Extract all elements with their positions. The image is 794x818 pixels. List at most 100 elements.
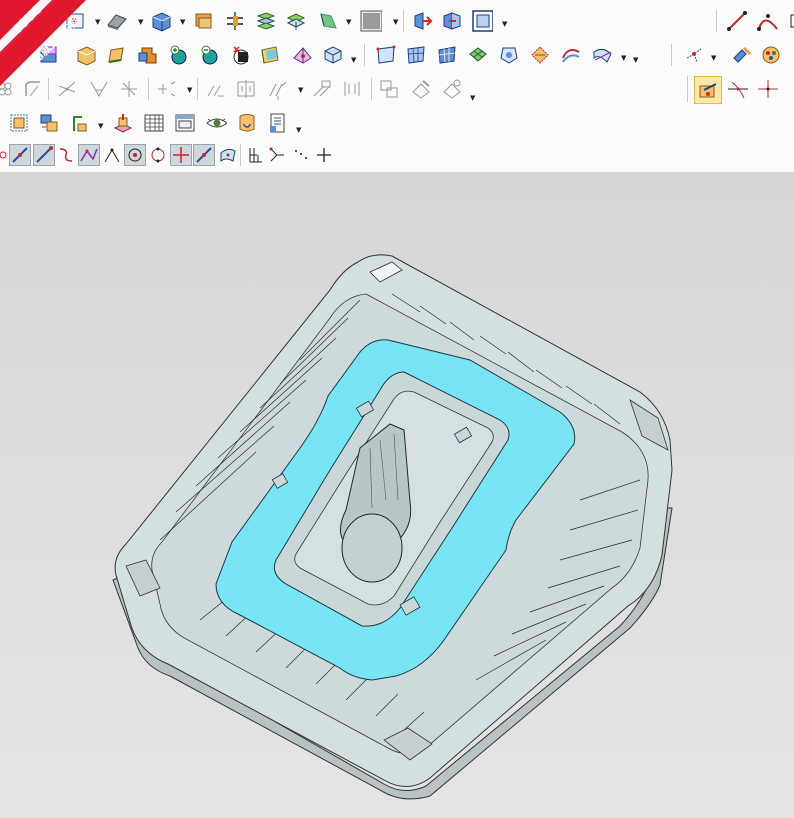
toolbar-row-1: ▼ ▼ ▼ ▼ ▼ ▼ [0, 4, 794, 38]
isometric-icon[interactable] [441, 10, 463, 32]
toolbar-separator [403, 10, 404, 32]
graphics-viewport[interactable] [0, 172, 794, 818]
mesh-surface-icon[interactable] [436, 44, 458, 66]
center-snap-icon[interactable] [101, 144, 123, 166]
dropdown-arrow-icon[interactable]: ▼ [296, 126, 302, 134]
dropdown-arrow-icon[interactable]: ▼ [346, 18, 352, 26]
toolbar-separator [687, 76, 688, 102]
pattern-icon[interactable] [193, 10, 215, 32]
dropdown-arrow-icon[interactable]: ▼ [393, 18, 399, 26]
edit-object-icon[interactable] [730, 44, 752, 66]
face-edit-icon[interactable] [322, 44, 344, 66]
intersect-snap-icon[interactable] [147, 144, 169, 166]
rectangle-icon[interactable] [784, 10, 794, 32]
layer-icon[interactable] [285, 10, 307, 32]
view-orient-icon[interactable] [411, 10, 433, 32]
quadrant-snap-icon[interactable] [124, 144, 146, 166]
toolbar-separator [364, 44, 365, 66]
extrude-icon[interactable] [106, 10, 128, 32]
spline-snap-icon[interactable] [55, 144, 77, 166]
dimension-icon[interactable] [311, 78, 333, 100]
point-set-icon[interactable] [683, 44, 705, 66]
mirror-icon[interactable] [235, 78, 257, 100]
spline-icon[interactable] [441, 78, 463, 100]
point-icon[interactable] [694, 76, 722, 104]
toolbar-row-5 [0, 140, 340, 174]
thicken-icon[interactable] [224, 10, 246, 32]
ribbon-icon[interactable] [498, 44, 520, 66]
arc-icon[interactable] [756, 10, 778, 32]
toolbar-separator [148, 78, 149, 100]
box-icon[interactable] [229, 44, 251, 66]
table-icon[interactable] [143, 112, 165, 134]
dropdown-arrow-icon[interactable]: ▼ [621, 54, 627, 62]
transform-icon[interactable] [560, 44, 582, 66]
component-icon[interactable] [38, 112, 60, 134]
block-icon[interactable] [150, 10, 172, 32]
intersect-icon[interactable] [198, 44, 220, 66]
end-snap-icon[interactable] [170, 144, 192, 166]
tangent-snap-icon[interactable] [78, 144, 100, 166]
face-snap-icon[interactable] [193, 144, 215, 166]
cross-point-icon[interactable] [756, 78, 778, 100]
trim-icon[interactable] [105, 44, 127, 66]
object-display-icon[interactable] [760, 44, 782, 66]
corner-icon[interactable] [118, 78, 140, 100]
shaded-solid-icon[interactable] [291, 44, 313, 66]
intersection-point-icon[interactable] [726, 78, 748, 100]
layout-icon[interactable] [341, 78, 363, 100]
display-mode-icon[interactable] [360, 10, 382, 32]
dropdown-arrow-icon[interactable]: ▼ [351, 56, 357, 64]
axis-snap-icon[interactable] [244, 144, 266, 166]
line-icon[interactable] [726, 10, 748, 32]
eye-icon[interactable] [205, 112, 227, 134]
pen-icon[interactable] [410, 78, 432, 100]
dropdown-arrow-icon[interactable]: ▼ [711, 54, 717, 62]
constraint-icon[interactable] [68, 112, 90, 134]
plus-icon[interactable] [313, 144, 335, 166]
dropdown-arrow-icon[interactable]: ▼ [502, 20, 508, 28]
wedge-icon[interactable] [259, 44, 281, 66]
combine-icon[interactable] [136, 44, 158, 66]
documentation-icon[interactable] [267, 112, 289, 134]
analysis-icon[interactable] [529, 44, 551, 66]
grid-snap-icon[interactable] [217, 144, 239, 166]
grid-surface-icon[interactable] [405, 44, 427, 66]
blend-surface-icon[interactable] [467, 44, 489, 66]
offset-face-icon[interactable] [255, 10, 277, 32]
dropdown-arrow-icon[interactable]: ▼ [470, 94, 476, 102]
extend-icon[interactable] [155, 78, 177, 100]
cylinder-icon[interactable] [236, 112, 258, 134]
subtract-icon[interactable] [167, 44, 189, 66]
dropdown-arrow-icon[interactable]: ▼ [98, 122, 104, 130]
toolbar-separator [671, 44, 672, 66]
trim-curve-icon[interactable] [88, 78, 110, 100]
offset-icon[interactable] [204, 78, 226, 100]
dropdown-arrow-icon[interactable]: ▼ [298, 86, 304, 94]
mold-wizard-icon[interactable] [112, 112, 134, 134]
dropdown-arrow-icon[interactable]: ▼ [633, 56, 639, 64]
line-snap-icon[interactable] [9, 144, 31, 166]
surface-icon[interactable] [375, 44, 397, 66]
toolbar-separator [197, 78, 198, 100]
cut-icon[interactable] [378, 78, 400, 100]
window-icon[interactable] [174, 112, 196, 134]
dropdown-arrow-icon[interactable]: ▼ [180, 18, 186, 26]
measure-icon[interactable] [591, 44, 613, 66]
toolbar-row-4: ▼ ▼ [0, 106, 310, 140]
curve-snap-icon[interactable] [33, 144, 55, 166]
mold-base-model[interactable] [0, 172, 794, 818]
dropdown-arrow-icon[interactable]: ▼ [187, 86, 193, 94]
dropdown-arrow-icon[interactable]: ▼ [95, 18, 101, 26]
toolbar-separator [240, 144, 241, 166]
toolbar-area: ▼ ▼ ▼ ▼ ▼ ▼ ▼ ▼ ▼ ▼ ▼ ▼ ▼ ▼ ▼ 9SUG 学UG就上… [0, 0, 794, 172]
toolbar-separator [371, 78, 372, 100]
toolbar-separator [716, 10, 717, 32]
sweep-icon[interactable] [318, 10, 340, 32]
points-icon[interactable] [290, 144, 312, 166]
fit-view-icon[interactable] [471, 10, 493, 32]
project-icon[interactable] [267, 78, 289, 100]
scatter-icon[interactable] [266, 144, 288, 166]
assembly-icon[interactable] [8, 112, 30, 134]
dropdown-arrow-icon[interactable]: ▼ [138, 18, 144, 26]
